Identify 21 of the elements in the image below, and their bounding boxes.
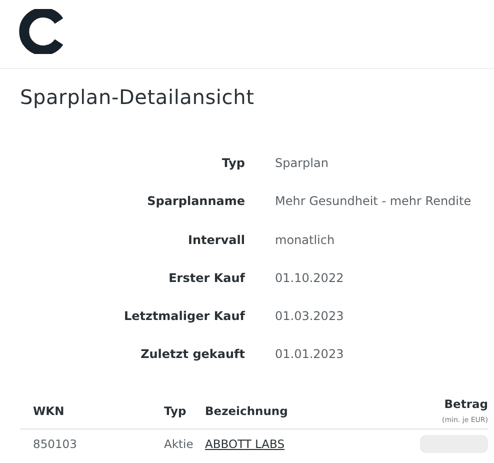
field-label: Zuletzt gekauft	[140, 347, 245, 364]
field-label: Typ	[222, 156, 245, 172]
field-label: Letztmaliger Kauf	[124, 309, 245, 326]
field-label: Intervall	[188, 232, 245, 249]
field-value: 01.01.2023	[275, 347, 344, 364]
field-label: Erster Kauf	[168, 270, 245, 287]
column-header: Typ	[164, 404, 186, 418]
table-cell: Aktie	[164, 436, 194, 451]
field-value: 01.03.2023	[275, 309, 344, 326]
field-value: Mehr Gesundheit - mehr Rendite	[275, 194, 472, 210]
field-label: Sparplanname	[147, 194, 245, 210]
column-header: Bezeichnung	[205, 404, 288, 418]
field-value: monatlich	[275, 232, 335, 249]
column-header: WKN	[33, 404, 64, 418]
table-cell: 850103	[33, 436, 77, 451]
page-title: Sparplan-Detailansicht	[19, 84, 256, 109]
logo-icon	[17, 9, 63, 54]
security-link[interactable]: ABBOTT LABS	[205, 436, 285, 451]
field-value: Sparplan	[275, 156, 328, 172]
field-value: 01.10.2022	[275, 270, 344, 287]
column-header: Betrag	[444, 397, 488, 412]
